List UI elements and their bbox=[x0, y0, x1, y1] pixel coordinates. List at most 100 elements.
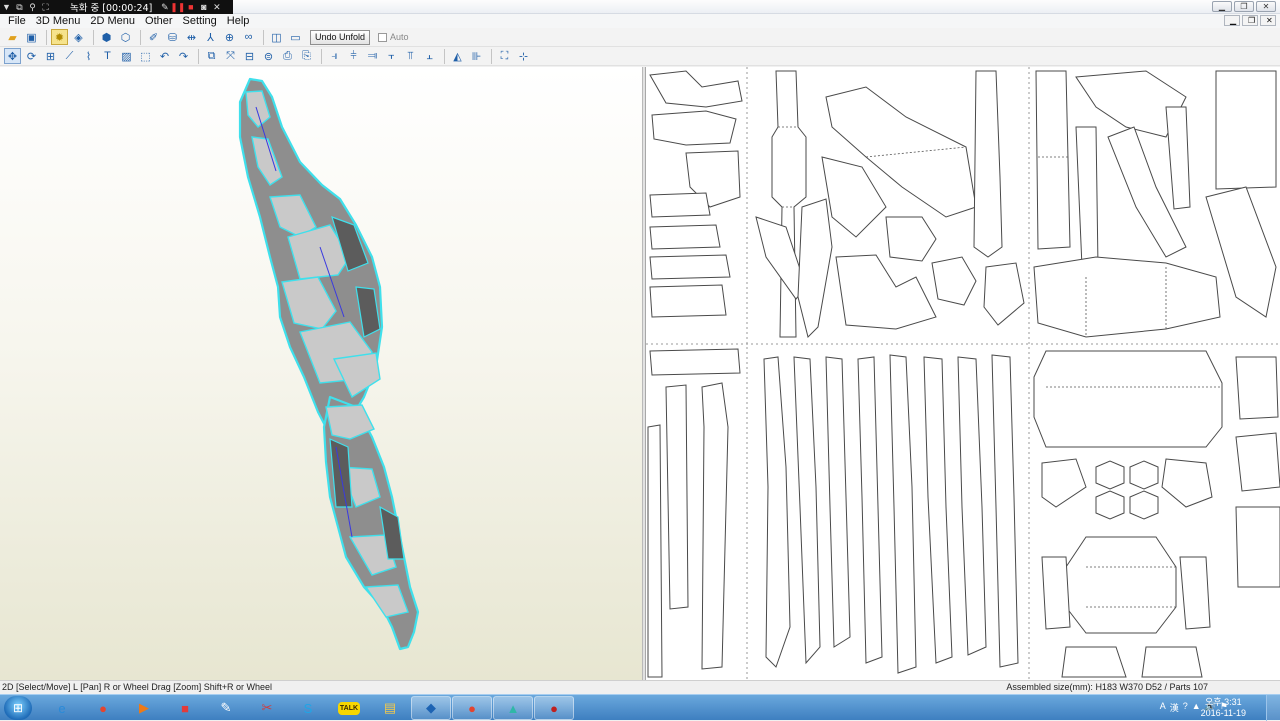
align-center-icon[interactable]: ⫩ bbox=[345, 48, 362, 64]
clock[interactable]: 오후 3:31 2016-11-19 bbox=[1201, 697, 1246, 719]
taskbar-app-glyph: e bbox=[58, 700, 66, 716]
pause-icon[interactable]: ❚❚ bbox=[170, 0, 185, 14]
3d-model-render[interactable] bbox=[0, 67, 643, 680]
recorder-zoom-icon[interactable]: ⚲ bbox=[26, 0, 39, 14]
taskbar-app-glyph: ▤ bbox=[383, 700, 397, 715]
printer-preview-icon[interactable]: ⎙ bbox=[279, 48, 296, 64]
menu-other[interactable]: Other bbox=[140, 15, 178, 27]
arrange-icon[interactable]: ⊟ bbox=[241, 48, 258, 64]
recorder-region-icon[interactable]: ⛶ bbox=[39, 0, 52, 14]
skype-icon[interactable]: S bbox=[288, 696, 328, 720]
blue-app-icon[interactable]: ◆ bbox=[411, 696, 451, 720]
tool-icon[interactable]: ✂ bbox=[247, 696, 287, 720]
pepakura-icon[interactable]: ▲ bbox=[493, 696, 533, 720]
flap-icon[interactable]: ⌇ bbox=[80, 48, 97, 64]
mirror-icon[interactable]: ◭ bbox=[449, 48, 466, 64]
mdi-minimize-button[interactable]: ▁ bbox=[1224, 15, 1240, 26]
link-icon[interactable]: ∞ bbox=[240, 29, 257, 45]
undo-icon[interactable]: ↶ bbox=[156, 48, 173, 64]
menu-file[interactable]: File bbox=[3, 15, 31, 27]
menu-3d[interactable]: 3D Menu bbox=[31, 15, 86, 27]
distribute-icon[interactable]: ⊪ bbox=[468, 48, 485, 64]
texture-icon[interactable]: ◈ bbox=[70, 29, 87, 45]
tray-icon[interactable]: 漢 bbox=[1170, 701, 1179, 714]
align-bottom-icon[interactable]: ⫠ bbox=[421, 48, 438, 64]
light-bulb-icon[interactable]: ✹ bbox=[51, 29, 68, 45]
select-move-icon[interactable]: ✥ bbox=[4, 48, 21, 64]
join-edges-icon[interactable]: ⊞ bbox=[42, 48, 59, 64]
settings-print-icon[interactable]: ⊜ bbox=[260, 48, 277, 64]
mdi-restore-button[interactable]: ❐ bbox=[1242, 15, 1258, 26]
explorer-folder-icon[interactable]: ▤ bbox=[370, 696, 410, 720]
taskbar-app-glyph: ✂ bbox=[261, 700, 273, 715]
minimize-button[interactable]: ▁ bbox=[1212, 1, 1232, 12]
menu-help[interactable]: Help bbox=[222, 15, 255, 27]
paint-icon[interactable]: ✐ bbox=[145, 29, 162, 45]
page-layout-icon[interactable]: ⧉ bbox=[203, 48, 220, 64]
taskbar-app-glyph: ▲ bbox=[506, 700, 520, 716]
align-right-icon[interactable]: ⫥ bbox=[364, 48, 381, 64]
save-icon[interactable]: ▣ bbox=[23, 29, 40, 45]
tray-icon[interactable]: A bbox=[1160, 701, 1166, 714]
split-view-icon[interactable]: ◫ bbox=[268, 29, 285, 45]
taskbar-app-glyph: ▶ bbox=[139, 700, 149, 715]
redo-icon[interactable]: ↷ bbox=[175, 48, 192, 64]
window-controls: ▁ ❐ ✕ bbox=[1212, 1, 1276, 12]
recorder-close-icon[interactable]: ✕ bbox=[210, 0, 223, 14]
3d-view-pane[interactable] bbox=[0, 67, 643, 680]
2d-pattern-pane[interactable] bbox=[646, 67, 1280, 680]
fit-icon[interactable]: ⤧ bbox=[222, 48, 239, 64]
align-middle-icon[interactable]: ⫪ bbox=[402, 48, 419, 64]
taskbar-app-glyph: ✎ bbox=[220, 700, 232, 715]
align-top-icon[interactable]: ⫟ bbox=[383, 48, 400, 64]
image-icon[interactable]: ▨ bbox=[118, 48, 135, 64]
maximize-button[interactable]: ❐ bbox=[1234, 1, 1254, 12]
internet-explorer-icon[interactable]: e bbox=[42, 696, 82, 720]
flip-icon[interactable]: ⇹ bbox=[183, 29, 200, 45]
taskbar-app-glyph: ● bbox=[99, 700, 107, 716]
recorder-menu-icon[interactable]: ▼ bbox=[0, 0, 13, 14]
start-button[interactable]: ⊞ bbox=[4, 696, 32, 720]
menu-setting[interactable]: Setting bbox=[178, 15, 222, 27]
printer-icon[interactable]: ⎘ bbox=[298, 48, 315, 64]
record-app-icon[interactable]: ● bbox=[534, 696, 574, 720]
tray-icon[interactable]: ▲ bbox=[1192, 701, 1201, 714]
stop-icon[interactable]: ■ bbox=[184, 0, 197, 14]
zoom-all-icon[interactable]: ⊹ bbox=[515, 48, 532, 64]
open-folder-icon[interactable]: ▰ bbox=[4, 29, 21, 45]
mdi-close-button[interactable]: ✕ bbox=[1260, 15, 1276, 26]
camera-icon[interactable]: ◙ bbox=[197, 0, 210, 14]
taskbar-apps: e ● ▶ ■ ✎ ✂ S TALK ▤ ◆ ● ▲ ● bbox=[42, 696, 574, 720]
cylinder-icon[interactable]: ⛁ bbox=[164, 29, 181, 45]
kakaotalk-icon[interactable]: TALK bbox=[329, 696, 369, 720]
auto-checkbox[interactable]: Auto bbox=[378, 32, 409, 42]
menu-2d[interactable]: 2D Menu bbox=[85, 15, 140, 27]
recorder-title: 녹화 중 [00:00:24] bbox=[70, 3, 153, 14]
status-bar: 2D [Select/Move] L [Pan] R or Wheel Drag… bbox=[0, 680, 1280, 694]
recorder-window-icon[interactable]: ⧉ bbox=[13, 0, 26, 14]
undo-unfold-button[interactable]: Undo Unfold bbox=[310, 29, 371, 45]
mdi-controls: ▁ ❐ ✕ bbox=[1224, 15, 1276, 26]
red-app-icon[interactable]: ■ bbox=[165, 696, 205, 720]
clock-date: 2016-11-19 bbox=[1200, 708, 1246, 718]
close-button[interactable]: ✕ bbox=[1256, 1, 1276, 12]
fold-line-icon[interactable]: ⟋ bbox=[61, 48, 78, 64]
paint-icon[interactable]: ✎ bbox=[206, 696, 246, 720]
zoom-fit-icon[interactable]: ⛶ bbox=[496, 48, 513, 64]
show-desktop-button[interactable] bbox=[1266, 695, 1280, 721]
box-icon[interactable]: ⬚ bbox=[137, 48, 154, 64]
rotate-icon[interactable]: ⟳ bbox=[23, 48, 40, 64]
media-player-icon[interactable]: ▶ bbox=[124, 696, 164, 720]
text-icon[interactable]: T bbox=[99, 48, 116, 64]
chrome-icon[interactable]: ● bbox=[83, 696, 123, 720]
join-icon[interactable]: ⊕ bbox=[221, 29, 238, 45]
unfold-icon[interactable]: ⬢ bbox=[98, 29, 115, 45]
unfold-color-icon[interactable]: ⬡ bbox=[117, 29, 134, 45]
axis-icon[interactable]: ⅄ bbox=[202, 29, 219, 45]
tray-icon[interactable]: ? bbox=[1183, 701, 1188, 714]
single-view-icon[interactable]: ▭ bbox=[287, 29, 304, 45]
edit-toolbar: ✥ ⟳ ⊞ ⟋ ⌇ T ▨ ⬚ ↶ ↷ ⧉ ⤧ ⊟ ⊜ ⎙ ⎘ ⫣ ⫩ ⫥ ⫟ … bbox=[0, 47, 1280, 66]
chrome-icon-2[interactable]: ● bbox=[452, 696, 492, 720]
align-left-icon[interactable]: ⫣ bbox=[326, 48, 343, 64]
2d-pattern-sheets[interactable] bbox=[646, 67, 1280, 680]
